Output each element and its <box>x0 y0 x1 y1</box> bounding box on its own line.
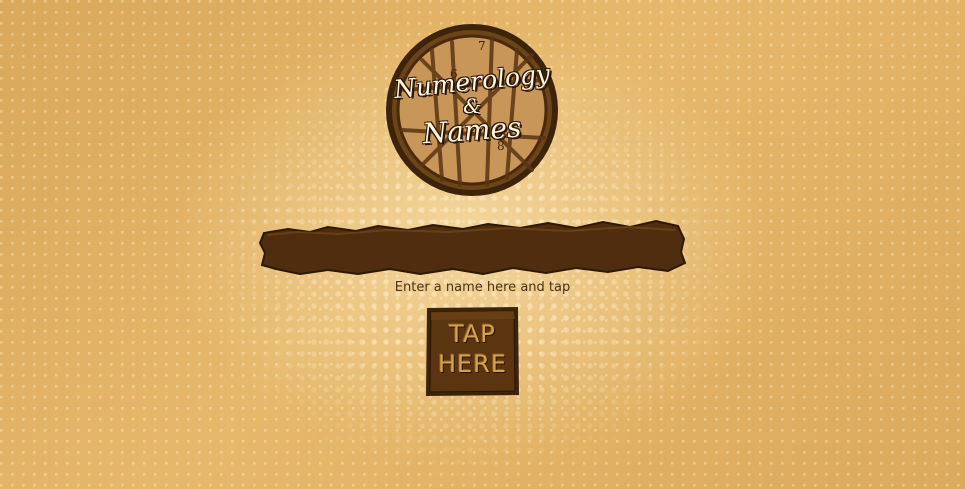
logo-text-line3: Names <box>421 110 523 151</box>
numerology-names-logo: 7 6 8 Numerology & Names <box>382 20 562 200</box>
svg-text:7: 7 <box>478 39 486 53</box>
tap-button-label-line1: TAP <box>449 320 496 348</box>
tap-here-button[interactable]: TAP HERE <box>424 305 521 398</box>
tap-button-label-line2: HERE <box>437 350 508 378</box>
name-field-container <box>258 219 686 275</box>
hint-text: Enter a name here and tap <box>394 280 571 295</box>
name-input[interactable] <box>272 231 676 263</box>
tap-button-label: TAP HERE <box>424 319 521 379</box>
